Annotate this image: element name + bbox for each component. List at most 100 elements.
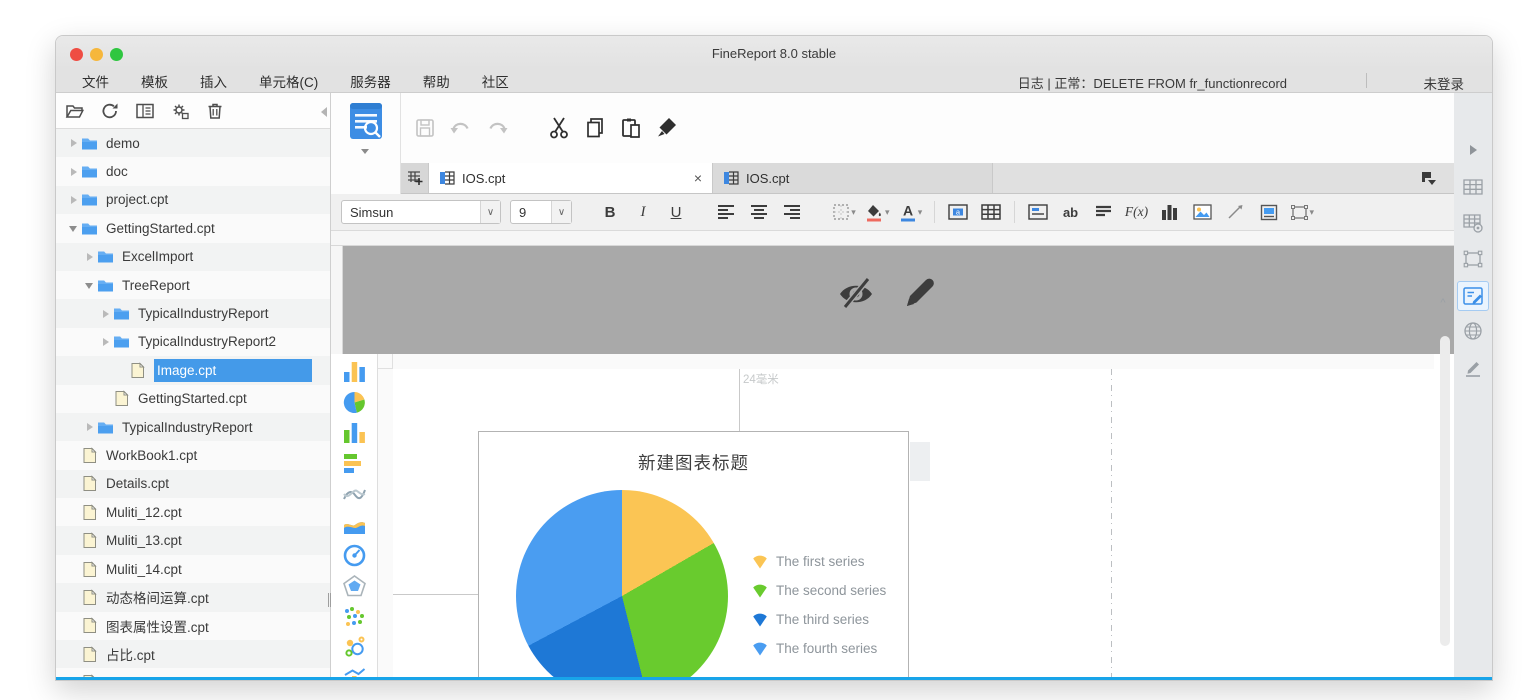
tree-item-Muliti_12.cpt[interactable]: Muliti_12.cpt [56,498,330,526]
legend-item-2[interactable]: The third series [751,612,886,626]
align-left-button[interactable] [714,200,738,224]
arrow-expanded-icon[interactable] [67,221,81,235]
chart-type-hbar-icon[interactable] [342,451,367,476]
report-page[interactable]: 24毫米 20毫米 新建图表标题 The first series The se… [393,369,1434,680]
italic-button[interactable]: I [631,200,655,224]
arrow-collapsed-icon[interactable] [99,307,113,321]
web-globe-icon[interactable] [1461,319,1485,343]
formula-button[interactable]: F(x) [1125,200,1149,224]
merge-cells-button[interactable]: a [946,200,970,224]
arrow-expanded-icon[interactable] [83,278,97,292]
legend-item-0[interactable]: The first series [751,554,886,568]
fill-color-button[interactable]: ▾ [865,200,890,224]
tree-item-TypicalIndustryReport[interactable]: TypicalIndustryReport [56,413,330,441]
tree-item-______.cpt[interactable]: 动态格间运算.cpt [56,583,330,611]
tree-item-demo[interactable]: demo [56,129,330,157]
arrow-collapsed-icon[interactable] [67,193,81,207]
log-status-text[interactable]: 日志 | 正常：DELETE FROM fr_functionrecord [1018,73,1287,92]
tree-item-Muliti_13.cpt[interactable]: Muliti_13.cpt [56,526,330,554]
format-brush-icon[interactable] [655,116,679,140]
arrow-collapsed-icon[interactable] [83,250,97,264]
tree-item-__.cpt[interactable]: 占比.cpt [56,640,330,668]
copy-icon[interactable] [583,116,607,140]
insert-image-button[interactable] [1191,200,1215,224]
tab-close-icon[interactable]: × [694,170,702,186]
menu-item-3[interactable]: 单元格(C) [259,71,318,91]
menu-item-5[interactable]: 帮助 [423,71,450,91]
tree-item-Details.cpt[interactable]: Details.cpt [56,470,330,498]
tree-item-project.cpt[interactable]: project.cpt [56,186,330,214]
chart-type-column2-icon[interactable] [342,420,367,445]
align-center-button[interactable] [747,200,771,224]
install-plugin-icon[interactable] [169,100,191,122]
align-right-button[interactable] [780,200,804,224]
chart-type-column-icon[interactable] [342,359,367,384]
tree-item-TypicalIndustryReport[interactable]: TypicalIndustryReport [56,299,330,327]
sign-pencil-icon[interactable] [1461,355,1485,379]
tree-item-Muliti_14.cpt[interactable]: Muliti_14.cpt [56,555,330,583]
font-size-select[interactable]: 9 ∨ [510,200,572,224]
widget-insert-button[interactable] [1026,200,1050,224]
eye-off-icon[interactable] [836,270,876,314]
float-frame-icon[interactable] [1461,247,1485,271]
grid-settings-icon[interactable] [1461,211,1485,235]
font-color-button[interactable]: A ▾ [899,200,923,224]
chart-type-bubble-icon[interactable] [342,635,367,660]
legend-item-3[interactable]: The fourth series [751,641,886,655]
chart-type-gauge-icon[interactable] [342,543,367,568]
chart-type-radar-icon[interactable] [342,574,367,599]
template-switch-block[interactable] [331,93,401,194]
report-panel-icon[interactable] [134,100,156,122]
sidebar-collapse-icon[interactable] [321,107,327,117]
tree-item-GettingStarted.cpt[interactable]: GettingStarted.cpt [56,214,330,242]
tab-ios-inactive[interactable]: IOS.cpt [713,163,993,193]
tree-item-GettingStarted.cpt[interactable]: GettingStarted.cpt [56,385,330,413]
arrow-collapsed-icon[interactable] [99,335,113,349]
chart-float-element[interactable]: 新建图表标题 The first series The second serie… [478,431,909,680]
tree-item-TreeReport[interactable]: TreeReport [56,271,330,299]
menu-item-6[interactable]: 社区 [482,71,509,91]
tree-item-Image.cpt[interactable]: Image.cpt [56,356,330,384]
chart-type-pie-icon[interactable] [342,390,367,415]
redo-icon[interactable] [485,116,509,140]
open-folder-icon[interactable] [64,100,86,122]
menu-item-4[interactable]: 服务器 [350,71,391,91]
edit-pencil-icon[interactable] [899,270,939,314]
pie-chart[interactable] [516,490,728,680]
insert-chart-button[interactable] [1158,200,1182,224]
text-ab-button[interactable]: ab [1059,200,1083,224]
parameter-pane[interactable] [331,246,1454,354]
insert-subreport-button[interactable] [1257,200,1281,224]
bold-button[interactable]: B [598,200,622,224]
refresh-icon[interactable] [99,100,121,122]
tree-item-ExcelImport[interactable]: ExcelImport [56,243,330,271]
trash-icon[interactable] [204,100,226,122]
cut-icon[interactable] [547,116,571,140]
tab-overflow-icon[interactable] [1421,171,1438,186]
tree-item-WorkBook1.cpt[interactable]: WorkBook1.cpt [56,441,330,469]
template-switch-dropdown-icon[interactable] [361,149,369,154]
legend-item-1[interactable]: The second series [751,583,886,597]
tree-item-______.cpt[interactable]: 图表属性设置.cpt [56,612,330,640]
save-icon[interactable] [413,116,437,140]
menu-item-1[interactable]: 模板 [141,71,168,91]
widget-form-icon[interactable] [1457,281,1489,311]
arrow-collapsed-icon[interactable] [83,420,97,434]
float-element-button[interactable]: ▾ [1290,200,1315,224]
cell-grid-icon[interactable] [1461,175,1485,199]
tab-ios-active[interactable]: IOS.cpt × [429,163,713,193]
underline-button[interactable]: U [664,200,688,224]
scroll-up-button[interactable]: ^ [1435,297,1451,311]
insert-shape-button[interactable] [1224,200,1248,224]
menu-item-2[interactable]: 插入 [200,71,227,91]
rich-text-button[interactable] [1092,200,1116,224]
new-template-tab-button[interactable] [401,163,429,193]
paste-icon[interactable] [619,116,643,140]
chart-type-area-icon[interactable] [342,513,367,538]
undo-icon[interactable] [449,116,473,140]
vertical-scrollbar[interactable] [1440,336,1450,646]
tree-item-doc[interactable]: doc [56,157,330,185]
border-style-button[interactable]: ▾ [832,200,856,224]
font-family-select[interactable]: Simsun ∨ [341,200,501,224]
menu-item-0[interactable]: 文件 [82,71,109,91]
